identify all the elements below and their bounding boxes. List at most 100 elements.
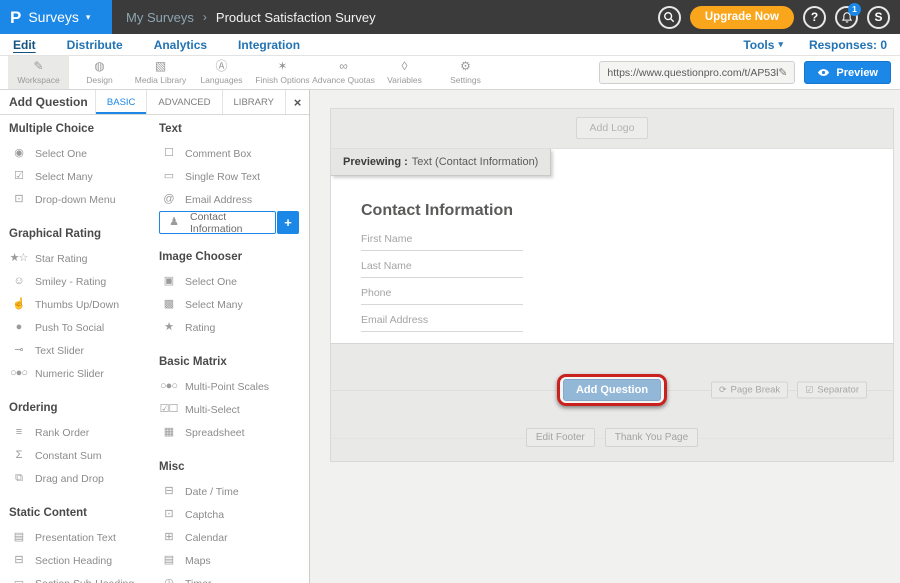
question-title: Contact Information [361,202,893,220]
page-break-button[interactable]: ⟳ Page Break [711,382,788,399]
question-type-item[interactable]: ⊟ Date / Time [159,480,309,503]
question-type-item[interactable]: ⊡ Drop-down Menu [9,188,159,211]
preview-banner: Previewing : Text (Contact Information) [331,149,551,176]
upgrade-now-button[interactable]: Upgrade Now [690,6,794,29]
question-type-icon: ☺ [9,276,28,287]
question-type-item[interactable]: ⊡ Captcha [159,503,309,526]
toolbar-item[interactable]: Ⓐ Languages [191,56,252,89]
primary-nav: Edit Distribute Analytics Integration Tools… [0,34,900,56]
avatar[interactable]: S [867,6,890,29]
question-type-item[interactable]: ○●○ Multi-Point Scales [159,375,309,398]
separator-button[interactable]: ☑ Separator [797,382,867,399]
question-type-item[interactable]: ▭ Single Row Text [159,165,309,188]
question-type-item[interactable]: ▭ Section Sub-Heading [9,572,159,583]
separator-label: Separator [817,385,859,396]
edit-footer-button[interactable]: Edit Footer [526,428,595,447]
question-type-item[interactable]: ◷ Timer [159,572,309,583]
question-type-section: Image Chooser ▣ Select One ▩ [159,251,309,339]
question-type-item[interactable]: ⊞ Calendar [159,526,309,549]
section-heading: Basic Matrix [159,356,309,368]
question-card[interactable]: Previewing : Text (Contact Information) … [331,148,893,344]
question-type-item[interactable]: @ Email Address [159,188,309,211]
survey-url-text: https://www.questionpro.com/t/AP53kZgUI [607,67,778,79]
question-type-sections: Multiple Choice ◉ Select One ☑ [9,123,159,583]
question-type-item[interactable]: ☑☐ Multi-Select [159,398,309,421]
toolbar-item[interactable]: ✎ Workspace [8,56,69,89]
nav-tab[interactable]: Distribute [67,38,123,52]
question-type-item[interactable]: ♟ Contact Information + [159,211,276,234]
add-logo-button[interactable]: Add Logo [576,117,649,139]
thank-you-page-button[interactable]: Thank You Page [605,428,698,447]
question-type-item[interactable]: ☺ Smiley - Rating [9,270,159,293]
nav-tab[interactable]: Analytics [154,38,207,52]
search-button[interactable] [658,6,681,29]
toolbar-item-label: Finish Options [255,75,309,85]
question-type-icon: ⊞ [159,532,178,543]
toolbar-item[interactable]: ✶ Finish Options [252,56,313,89]
question-type-icon: ⧉ [9,473,28,484]
question-type-item[interactable]: ★ Rating [159,316,309,339]
toolbar-item-icon: ◍ [94,60,104,73]
nav-tab[interactable]: Integration [238,38,300,52]
survey-url-field[interactable]: https://www.questionpro.com/t/AP53kZgUI … [599,61,795,84]
question-type-item[interactable]: ⧉ Drag and Drop [9,467,159,490]
question-type-item[interactable]: ▩ Select Many [159,293,309,316]
question-type-items: ☐ Comment Box ▭ Single Row Text [159,142,309,234]
responses-count[interactable]: Responses: 0 [809,38,887,52]
question-type-section: Ordering ≡ Rank Order Σ [9,402,159,490]
add-question-type-button[interactable]: + [277,211,299,234]
question-type-icon: ○●○ [9,368,28,379]
toolbar-item[interactable]: ◍ Design [69,56,130,89]
question-type-item[interactable]: ● Push To Social [9,316,159,339]
page-title: Product Satisfaction Survey [216,10,376,25]
question-type-icon: ● [9,322,28,333]
canvas-footer-row: Edit Footer Thank You Page [331,428,893,447]
question-type-item[interactable]: ≡ Rank Order [9,421,159,444]
question-type-icon: ▤ [159,555,178,566]
question-type-icon: ⊟ [159,486,178,497]
survey-toolbar: ✎ Workspace ◍ Design ▧ Media Library Ⓐ L… [0,56,900,90]
question-type-item[interactable]: Σ Constant Sum [9,444,159,467]
breadcrumb-parent-link[interactable]: My Surveys [126,10,194,25]
question-type-label: Push To Social [35,322,104,334]
toolbar-item-label: Design [86,75,112,85]
question-type-label: Multi-Point Scales [185,381,269,393]
help-button[interactable]: ? [803,6,826,29]
question-type-item[interactable]: ▦ Spreadsheet [159,421,309,444]
top-header: P Surveys ▾ My Surveys › Product Satisfa… [0,0,900,34]
toolbar-item[interactable]: ▧ Media Library [130,56,191,89]
app-logo-menu[interactable]: P Surveys ▾ [0,0,112,34]
question-type-item[interactable]: ○●○ Numeric Slider [9,362,159,385]
question-type-item[interactable]: ▤ Maps [159,549,309,572]
question-type-item[interactable]: ⊟ Section Heading [9,549,159,572]
question-type-item[interactable]: ☐ Comment Box [159,142,309,165]
panel-tab[interactable]: ADVANCED [146,90,221,114]
toolbar-item[interactable]: ◊ Variables [374,56,435,89]
question-type-item[interactable]: ▤ Presentation Text [9,526,159,549]
edit-url-icon[interactable]: ✎ [778,66,787,79]
contact-field: Phone [361,287,523,305]
close-panel-button[interactable]: × [285,90,309,114]
question-type-section: Misc ⊟ Date / Time ⊡ [159,461,309,583]
toolbar-item[interactable]: ∞ Advance Quotas [313,56,374,89]
tools-menu[interactable]: Tools ▾ [743,38,783,52]
add-question-button[interactable]: Add Question [563,379,661,401]
panel-tab[interactable]: LIBRARY [222,90,285,114]
toolbar-item[interactable]: ⚙ Settings [435,56,496,89]
notifications-button[interactable]: 1 [835,6,858,29]
preview-button[interactable]: Preview [804,61,891,84]
question-type-item[interactable]: ☑ Select Many [9,165,159,188]
question-type-item[interactable]: ☝ Thumbs Up/Down [9,293,159,316]
plus-icon: + [284,215,292,230]
field-label: First Name [361,233,523,245]
question-type-item[interactable]: ▣ Select One [159,270,309,293]
breadcrumb-separator: › [203,10,207,24]
nav-tab[interactable]: Edit [13,38,36,52]
question-type-label: Calendar [185,532,228,544]
field-label: Phone [361,287,523,299]
contact-field: Email Address [361,314,523,332]
question-type-item[interactable]: ◉ Select One [9,142,159,165]
question-type-item[interactable]: ★☆ Star Rating [9,247,159,270]
question-type-item[interactable]: ⊸ Text Slider [9,339,159,362]
panel-tab[interactable]: BASIC [95,90,147,114]
